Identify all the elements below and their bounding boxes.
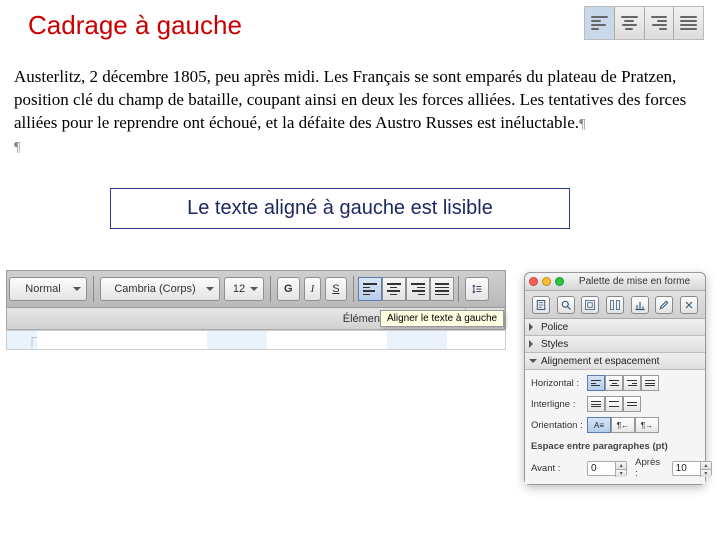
palette-align-left-button[interactable] — [587, 375, 605, 391]
thumb-align-right-icon — [645, 7, 675, 39]
palette-mode-tools-icon[interactable] — [680, 296, 698, 314]
label-orientation: Orientation : — [531, 420, 587, 431]
italic-button[interactable]: I — [304, 277, 322, 301]
style-dropdown[interactable]: Normal — [9, 277, 87, 301]
alignment-button-group — [358, 277, 454, 301]
thumb-align-justify-icon — [674, 7, 703, 39]
pilcrow-icon: ¶ — [579, 117, 585, 132]
palette-section-alignment[interactable]: Alignement et espacement — [525, 353, 705, 370]
line-spacing-button[interactable] — [465, 277, 489, 301]
label-horizontal: Horizontal : — [531, 378, 587, 389]
label-avant: Avant : — [531, 463, 587, 474]
ruler-tab-marker[interactable]: ⎾ — [27, 334, 37, 349]
palette-mode-document-icon[interactable] — [532, 296, 550, 314]
palette-spacing-single-button[interactable] — [587, 396, 605, 412]
sample-paragraph: Austerlitz, 2 décembre 1805, peu après m… — [14, 66, 706, 158]
palette-line-spacing-group — [587, 396, 712, 412]
palette-mode-row — [525, 291, 705, 319]
palette-alignment-body: Horizontal : Interligne : Orientation : … — [525, 370, 705, 484]
window-close-icon[interactable] — [529, 277, 538, 286]
font-dropdown[interactable]: Cambria (Corps) — [100, 277, 220, 301]
palette-mode-find-icon[interactable] — [557, 296, 575, 314]
label-interligne: Interligne : — [531, 399, 587, 410]
alignment-thumbnail — [584, 6, 704, 40]
palette-align-horizontal-group — [587, 375, 712, 391]
palette-mode-pencil-icon[interactable] — [655, 296, 673, 314]
label-apres: Après : — [635, 457, 663, 479]
underline-button[interactable]: S — [325, 277, 346, 301]
palette-orientation-ltr2-button[interactable]: ¶→ — [635, 417, 659, 433]
palette-align-justify-button[interactable] — [641, 375, 659, 391]
palette-mode-margins-icon[interactable] — [581, 296, 599, 314]
formatting-toolbar: Normal Cambria (Corps) 12 G I S — [6, 270, 506, 308]
thumb-align-center-icon — [615, 7, 645, 39]
step-down-icon[interactable]: ▾ — [615, 470, 626, 477]
palette-title: Palette de mise en forme — [568, 276, 701, 287]
palette-orientation-rtl-button[interactable]: ¶← — [611, 417, 635, 433]
palette-align-center-button[interactable] — [605, 375, 623, 391]
bold-button[interactable]: G — [277, 277, 300, 301]
palette-section-styles[interactable]: Styles — [525, 336, 705, 353]
window-minimize-icon[interactable] — [542, 277, 551, 286]
font-size-dropdown[interactable]: 12 — [224, 277, 264, 301]
palette-titlebar[interactable]: Palette de mise en forme — [525, 273, 705, 291]
align-left-tooltip: Aligner le texte à gauche — [380, 310, 504, 327]
palette-mode-chart-icon[interactable] — [631, 296, 649, 314]
align-right-button[interactable] — [406, 277, 430, 301]
space-before-stepper[interactable]: 0▴▾ — [587, 461, 627, 476]
align-left-button[interactable] — [358, 277, 382, 301]
palette-align-right-button[interactable] — [623, 375, 641, 391]
step-up-icon[interactable]: ▴ — [615, 462, 626, 470]
palette-section-police[interactable]: Police — [525, 319, 705, 336]
caption-box: Le texte aligné à gauche est lisible — [110, 188, 570, 229]
palette-spacing-custom-button[interactable] — [623, 396, 641, 412]
slide-title: Cadrage à gauche — [28, 10, 242, 41]
align-center-button[interactable] — [382, 277, 406, 301]
thumb-align-left-icon — [585, 7, 615, 39]
label-paragraph-spacing: Espace entre paragraphes (pt) — [531, 441, 712, 452]
formatting-palette: Palette de mise en forme Police Styles A… — [524, 272, 706, 485]
pilcrow-icon: ¶ — [14, 139, 706, 158]
palette-mode-columns-icon[interactable] — [606, 296, 624, 314]
window-zoom-icon[interactable] — [555, 277, 564, 286]
space-after-stepper[interactable]: 10▴▾ — [672, 461, 712, 476]
palette-orientation-ltr-button[interactable]: A≡ — [587, 417, 611, 433]
line-spacing-icon — [472, 284, 482, 294]
step-up-icon[interactable]: ▴ — [700, 462, 711, 470]
palette-orientation-group: A≡ ¶← ¶→ — [587, 417, 712, 433]
align-justify-button[interactable] — [430, 277, 454, 301]
step-down-icon[interactable]: ▾ — [700, 470, 711, 477]
ruler[interactable]: ⎾ — [6, 330, 506, 350]
palette-spacing-double-button[interactable] — [605, 396, 623, 412]
